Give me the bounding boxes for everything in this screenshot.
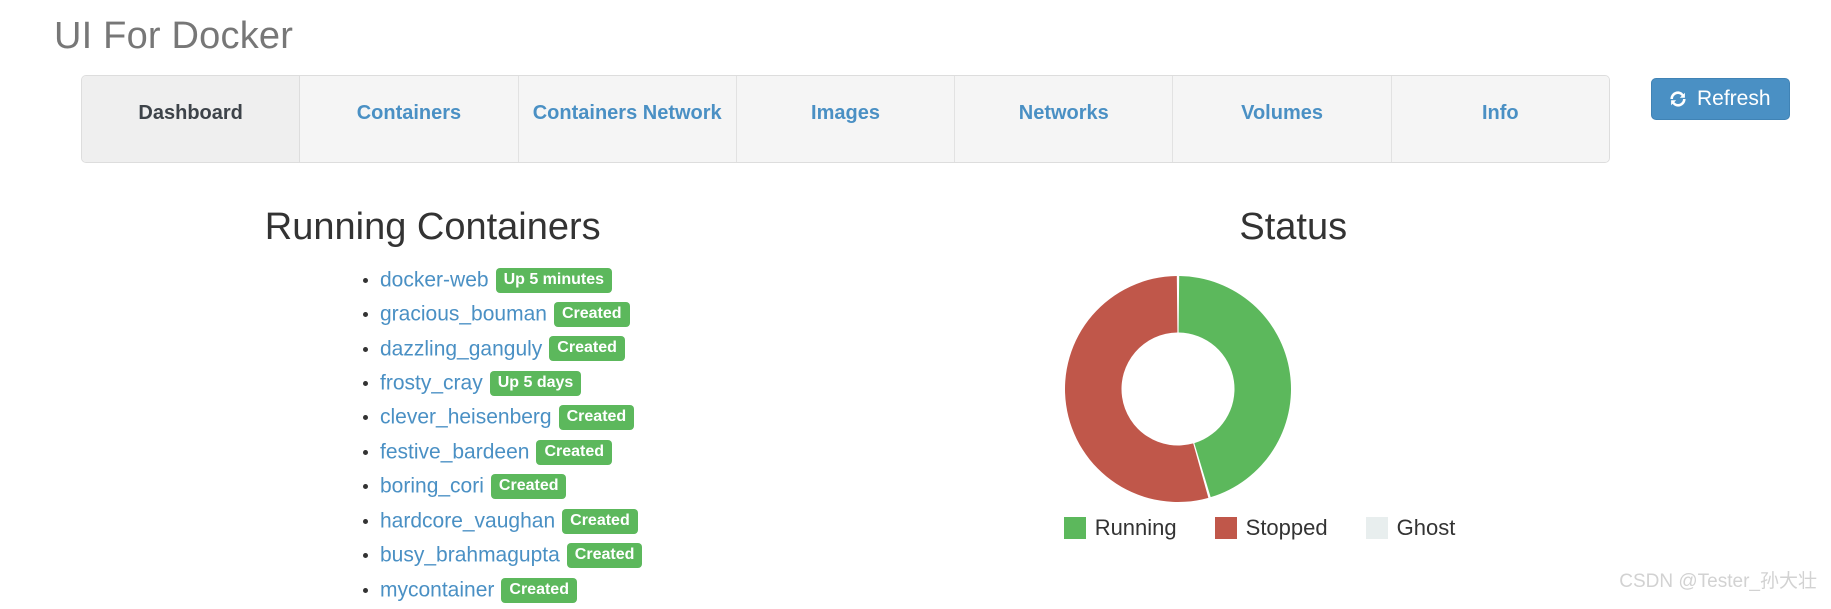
status-badge: Up 5 minutes [496,268,612,293]
list-item: hardcore_vaughan Created [380,506,916,536]
container-link[interactable]: gracious_bouman [380,303,547,326]
legend-item-ghost: Ghost [1366,517,1456,539]
running-containers-panel: Running Containers docker-web Up 5 minute… [0,205,916,609]
container-link[interactable]: hardcore_vaughan [380,509,555,532]
status-badge: Up 5 days [490,371,582,396]
list-item: boring_cori Created [380,471,916,501]
dashboard-content: Running Containers docker-web Up 5 minute… [0,205,1831,609]
chart-legend: Running Stopped Ghost [916,517,1556,539]
list-item: busy_brahmagupta Created [380,540,916,570]
tab-list: Dashboard Containers Containers Network … [81,75,1610,163]
list-item: clever_heisenberg Created [380,402,916,432]
list-item: dazzling_ganguly Created [380,334,916,364]
list-item: frosty_cray Up 5 days [380,368,916,398]
legend-item-running: Running [1064,517,1177,539]
container-link[interactable]: frosty_cray [380,371,483,394]
tab-containers[interactable]: Containers [300,76,518,162]
status-title: Status [916,205,1831,251]
status-badge: Created [562,509,638,534]
tab-info-link[interactable]: Info [1392,76,1609,162]
legend-item-stopped: Stopped [1215,517,1328,539]
status-panel: Status Running Stopped Ghost [916,205,1831,609]
tab-containers-network-link[interactable]: Containers Network [519,76,736,162]
tab-images-link[interactable]: Images [737,76,954,162]
container-link[interactable]: clever_heisenberg [380,406,552,429]
list-item: docker-web Up 5 minutes [380,265,916,295]
tab-bar: Dashboard Containers Containers Network … [81,75,1610,163]
container-link[interactable]: mycontainer [380,578,494,601]
legend-swatch-stopped [1215,517,1237,539]
status-badge: Created [536,440,612,465]
running-containers-list: docker-webUp 5 minutes gracious_boumanCr… [90,265,916,606]
running-containers-title: Running Containers [90,205,916,251]
container-link[interactable]: docker-web [380,268,489,291]
tab-containers-network[interactable]: Containers Network [519,76,737,162]
refresh-icon [1668,89,1688,109]
status-badge: Created [501,578,577,603]
refresh-button-label: Refresh [1697,88,1771,109]
container-link[interactable]: dazzling_ganguly [380,337,542,360]
page-title: UI For Docker [0,0,1831,58]
container-link[interactable]: festive_bardeen [380,440,529,463]
list-item: festive_bardeen Created [380,437,916,467]
container-link[interactable]: busy_brahmagupta [380,544,560,567]
tab-info[interactable]: Info [1392,76,1609,162]
tab-dashboard-link[interactable]: Dashboard [82,76,299,148]
status-badge: Created [554,302,630,327]
list-item: gracious_bouman Created [380,299,916,329]
status-chart-area: Running Stopped Ghost [916,265,1831,565]
tab-containers-link[interactable]: Containers [300,76,517,162]
legend-swatch-running [1064,517,1086,539]
csdn-watermark: CSDN @Tester_孙大壮 [1619,566,1817,593]
refresh-button[interactable]: Refresh [1651,78,1790,120]
tab-networks-link[interactable]: Networks [955,76,1172,162]
list-item: mycontainer Created [380,575,916,605]
legend-label-stopped: Stopped [1246,517,1328,539]
status-donut-chart [1062,273,1294,505]
status-badge: Created [567,543,643,568]
tab-networks[interactable]: Networks [955,76,1173,162]
tab-dashboard[interactable]: Dashboard [82,76,300,162]
tab-images[interactable]: Images [737,76,955,162]
status-badge: Created [559,405,635,430]
container-link[interactable]: boring_cori [380,475,484,498]
legend-label-running: Running [1095,517,1177,539]
legend-label-ghost: Ghost [1397,517,1456,539]
legend-swatch-ghost [1366,517,1388,539]
tab-volumes-link[interactable]: Volumes [1173,76,1390,162]
status-badge: Created [549,336,625,361]
tab-volumes[interactable]: Volumes [1173,76,1391,162]
status-badge: Created [491,474,567,499]
